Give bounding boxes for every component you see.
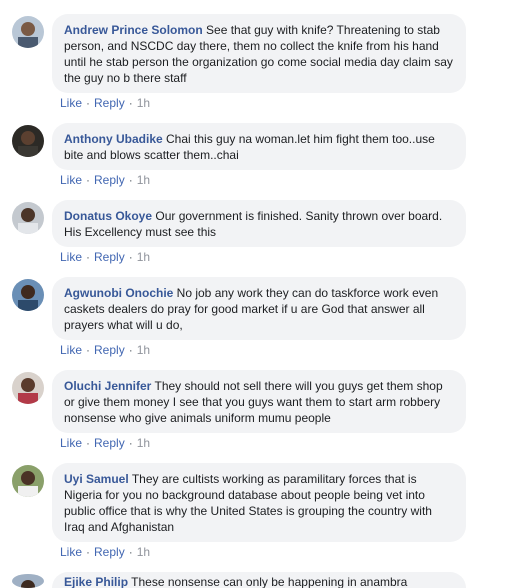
comment-author[interactable]: Agwunobi Onochie [64,286,173,300]
comment-timestamp[interactable]: 1h [137,343,150,357]
avatar[interactable] [12,465,44,497]
reply-link[interactable]: Reply [94,545,125,559]
comment-author[interactable]: Donatus Okoye [64,209,152,223]
comment-timestamp[interactable]: 1h [137,545,150,559]
comment-bubble: Agwunobi Onochie No job any work they ca… [52,277,466,340]
comment-bubble: Donatus Okoye Our government is finished… [52,200,466,247]
like-link[interactable]: Like [60,436,82,450]
reply-link[interactable]: Reply [94,436,125,450]
separator: · [86,545,91,559]
like-link[interactable]: Like [60,173,82,187]
like-link[interactable]: Like [60,343,82,357]
like-link[interactable]: Like [60,250,82,264]
comment-author[interactable]: Ejike Philip [64,575,128,588]
avatar[interactable] [12,372,44,404]
comment-actions: Like · Reply · 1h [60,343,150,357]
comment-actions: Like · Reply · 1h [60,96,150,110]
comment-author[interactable]: Oluchi Jennifer [64,379,151,393]
separator: · [86,250,91,264]
comment-timestamp[interactable]: 1h [137,96,150,110]
reply-link[interactable]: Reply [94,173,125,187]
separator: · [86,343,91,357]
reply-link[interactable]: Reply [94,343,125,357]
reply-link[interactable]: Reply [94,250,125,264]
separator: · [128,436,133,450]
separator: · [128,545,133,559]
reply-link[interactable]: Reply [94,96,125,110]
comment-actions: Like · Reply · 1h [60,436,150,450]
comment-bubble: Uyi Samuel They are cultists working as … [52,463,466,542]
avatar[interactable] [12,16,44,48]
separator: · [128,173,133,187]
comment-bubble: Anthony Ubadike Chai this guy na woman.l… [52,123,466,170]
separator: · [86,173,91,187]
comment-text: These nonsense can only be happening in … [131,575,408,588]
comment-actions: Like · Reply · 1h [60,173,150,187]
separator: · [86,436,91,450]
comment-bubble: Ejike Philip These nonsense can only be … [52,572,466,588]
separator: · [128,250,133,264]
avatar[interactable] [12,279,44,311]
comment-timestamp[interactable]: 1h [137,173,150,187]
comment-timestamp[interactable]: 1h [137,436,150,450]
comment-bubble: Andrew Prince Solomon See that guy with … [52,14,466,93]
separator: · [128,96,133,110]
comment-author[interactable]: Anthony Ubadike [64,132,163,146]
comment-actions: Like · Reply · 1h [60,545,150,559]
comment-timestamp[interactable]: 1h [137,250,150,264]
comment-actions: Like · Reply · 1h [60,250,150,264]
separator: · [86,96,91,110]
like-link[interactable]: Like [60,96,82,110]
comment-author[interactable]: Uyi Samuel [64,472,129,486]
separator: · [128,343,133,357]
comment-bubble: Oluchi Jennifer They should not sell the… [52,370,466,433]
avatar[interactable] [12,125,44,157]
avatar[interactable] [12,202,44,234]
avatar[interactable] [12,574,44,588]
like-link[interactable]: Like [60,545,82,559]
comment-author[interactable]: Andrew Prince Solomon [64,23,203,37]
